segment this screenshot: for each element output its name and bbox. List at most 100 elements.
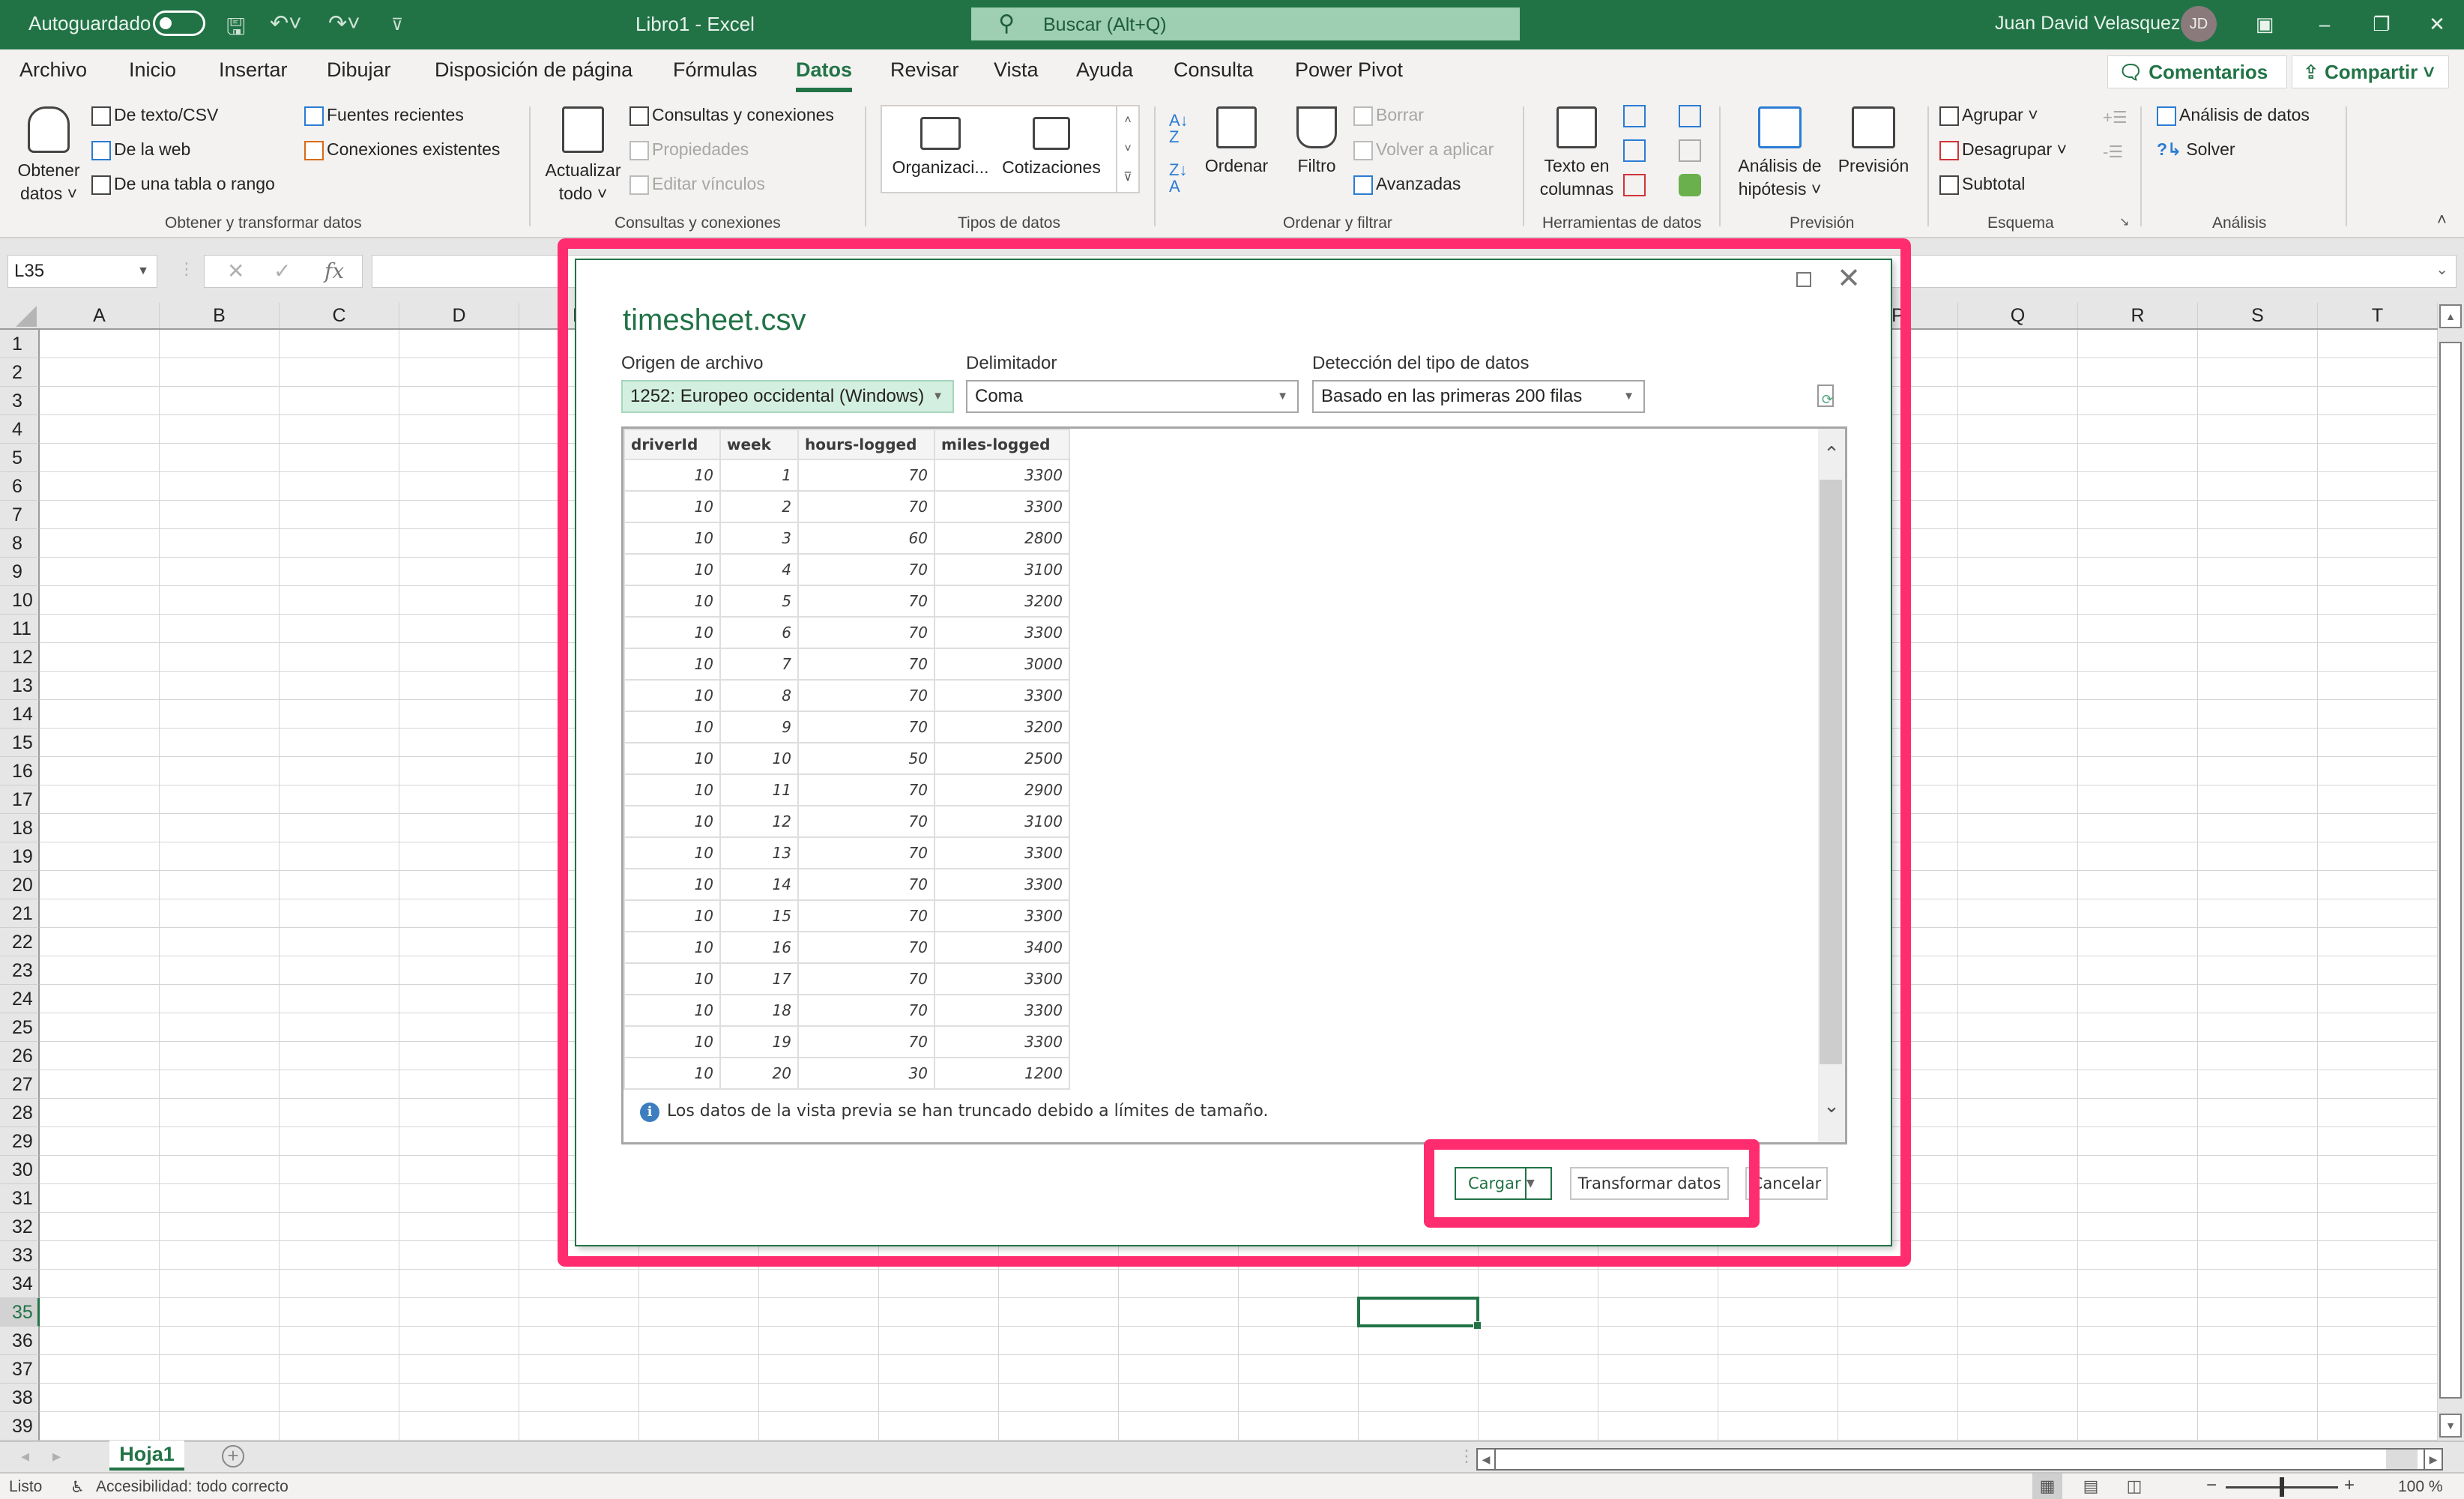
row-header-25[interactable]: 25 [0, 1013, 40, 1042]
page-break-view-icon[interactable]: ◫ [2119, 1474, 2149, 1499]
from-table-button[interactable]: De una tabla o rango [91, 174, 275, 195]
comments-button[interactable]: 🗨 Comentarios [2107, 55, 2287, 88]
autosave-toggle[interactable] [153, 10, 205, 36]
horizontal-scroll-track[interactable] [2386, 1450, 2418, 1469]
filter-button[interactable]: Filtro [1283, 106, 1350, 178]
prev-sheet-icon[interactable]: ◂ [21, 1447, 29, 1466]
existing-connections-button[interactable]: Conexiones existentes [304, 139, 500, 160]
name-box-dropdown-icon[interactable]: ▼ [137, 256, 149, 287]
row-header-17[interactable]: 17 [0, 785, 40, 814]
row-header-24[interactable]: 24 [0, 985, 40, 1013]
row-header-14[interactable]: 14 [0, 700, 40, 729]
tab-power-pivot[interactable]: Power Pivot [1295, 58, 1403, 82]
avatar[interactable]: JD [2181, 6, 2217, 42]
row-header-5[interactable]: 5 [0, 444, 40, 472]
customize-quick-access-icon[interactable]: ⊽ [391, 15, 403, 34]
insert-function-icon[interactable]: fx [324, 259, 344, 283]
show-detail-icon[interactable]: +☰ [2103, 108, 2128, 127]
row-header-28[interactable]: 28 [0, 1099, 40, 1127]
gallery-scroll[interactable]: ˄ ˅ ⊽ [1116, 106, 1138, 192]
consolidate-icon[interactable] [1679, 105, 1701, 127]
row-header-15[interactable]: 15 [0, 729, 40, 757]
row-header-27[interactable]: 27 [0, 1070, 40, 1099]
select-all-button[interactable] [0, 303, 40, 328]
row-header-35[interactable]: 35 [0, 1298, 40, 1327]
expand-formula-bar-icon[interactable]: ⌄ [2436, 260, 2448, 279]
row-header-3[interactable]: 3 [0, 387, 40, 415]
advanced-filter-button[interactable]: Avanzadas [1353, 174, 1461, 195]
tab-revisar[interactable]: Revisar [890, 58, 959, 82]
row-header-8[interactable]: 8 [0, 529, 40, 558]
solver-button[interactable]: ?↳ Solver [2157, 139, 2235, 160]
data-validation-icon[interactable] [1623, 174, 1646, 196]
search-box[interactable]: ⚲ Buscar (Alt+Q) [971, 7, 1520, 40]
tab-vista[interactable]: Vista [994, 58, 1039, 82]
row-header-29[interactable]: 29 [0, 1127, 40, 1156]
scroll-up-arrow[interactable]: ▲ [2439, 304, 2462, 328]
subtotal-button[interactable]: Subtotal [1939, 174, 2025, 195]
hide-detail-icon[interactable]: -☰ [2103, 142, 2123, 162]
row-header-9[interactable]: 9 [0, 558, 40, 586]
outline-dialog-launcher-icon[interactable]: ↘ [2119, 214, 2129, 229]
data-type-stocks[interactable]: Cotizaciones [999, 117, 1104, 179]
row-header-12[interactable]: 12 [0, 643, 40, 672]
type-detection-select[interactable]: Basado en las primeras 200 filas ▼ [1312, 380, 1645, 413]
row-header-7[interactable]: 7 [0, 501, 40, 529]
preview-scrollbar[interactable]: ⌃ ⌄ [1818, 429, 1845, 1142]
group-button[interactable]: Agrupar ˅ [1939, 105, 2038, 126]
row-header-23[interactable]: 23 [0, 956, 40, 985]
ungroup-button[interactable]: Desagrupar ˅ [1939, 139, 2067, 160]
row-header-6[interactable]: 6 [0, 472, 40, 501]
row-header-10[interactable]: 10 [0, 586, 40, 615]
selected-cell[interactable] [1357, 1297, 1482, 1330]
data-analysis-button[interactable]: Análisis de datos [2157, 105, 2310, 126]
name-box[interactable]: L35 ▼ [7, 255, 157, 288]
undo-icon[interactable]: ↶˅ [270, 10, 302, 37]
tab-split-handle[interactable]: ⋮ [1458, 1447, 1475, 1466]
dialog-close-icon[interactable]: ✕ [1837, 265, 1861, 293]
row-header-33[interactable]: 33 [0, 1241, 40, 1270]
tab-datos[interactable]: Datos [796, 58, 853, 92]
forecast-sheet-button[interactable]: Previsión [1829, 106, 1918, 178]
add-sheet-icon[interactable]: + [222, 1445, 244, 1468]
zoom-out-icon[interactable]: − [2206, 1475, 2217, 1496]
recent-sources-button[interactable]: Fuentes recientes [304, 105, 464, 126]
cancel-formula-icon[interactable]: ✕ [227, 259, 244, 283]
accessibility-status[interactable]: Accesibilidad: todo correcto [96, 1478, 289, 1496]
preview-scroll-thumb[interactable] [1820, 480, 1842, 1064]
zoom-slider[interactable] [2226, 1477, 2338, 1497]
what-if-analysis-button[interactable]: Análisis de hipótesis ˅ [1731, 106, 1829, 201]
column-header-d[interactable]: D [399, 303, 519, 328]
row-header-13[interactable]: 13 [0, 672, 40, 700]
row-header-32[interactable]: 32 [0, 1213, 40, 1241]
from-text-csv-button[interactable]: De texto/CSV [91, 105, 218, 126]
row-header-30[interactable]: 30 [0, 1156, 40, 1184]
scroll-right-arrow[interactable]: ▶ [2424, 1450, 2442, 1469]
horizontal-scrollbar[interactable]: ◀ ▶ [1476, 1448, 2443, 1471]
row-header-21[interactable]: 21 [0, 899, 40, 928]
row-header-20[interactable]: 20 [0, 871, 40, 899]
accessibility-icon[interactable]: ♿ [70, 1478, 85, 1497]
refresh-preview-icon[interactable] [1817, 384, 1834, 408]
delimiter-select[interactable]: Coma ▼ [966, 380, 1299, 413]
row-header-37[interactable]: 37 [0, 1355, 40, 1384]
share-button[interactable]: ⇪ Compartir ˅ [2292, 55, 2449, 88]
data-type-organization[interactable]: Organizaci... [888, 117, 993, 179]
tab-formulas[interactable]: Fórmulas [673, 58, 758, 82]
file-origin-select[interactable]: 1252: Europeo occidental (Windows) ▼ [621, 380, 954, 413]
tab-ayuda[interactable]: Ayuda [1076, 58, 1133, 82]
relationships-icon[interactable] [1679, 139, 1701, 162]
zoom-level[interactable]: 100 % [2398, 1478, 2443, 1496]
chevron-down-icon[interactable]: ⌄ [1818, 1094, 1845, 1118]
column-header-b[interactable]: B [160, 303, 280, 328]
edit-links-button[interactable]: Editar vínculos [629, 174, 765, 195]
sort-button[interactable]: Ordenar [1199, 106, 1274, 178]
collapse-ribbon-icon[interactable]: ˄ [2437, 210, 2447, 229]
refresh-all-button[interactable]: Actualizar todo ˅ [540, 106, 626, 205]
column-header-q[interactable]: Q [1958, 303, 2078, 328]
scroll-down-arrow[interactable]: ▼ [2439, 1414, 2462, 1438]
next-sheet-icon[interactable]: ▸ [52, 1447, 61, 1466]
row-header-19[interactable]: 19 [0, 842, 40, 871]
flash-fill-icon[interactable] [1623, 105, 1646, 127]
row-header-1[interactable]: 1 [0, 330, 40, 358]
